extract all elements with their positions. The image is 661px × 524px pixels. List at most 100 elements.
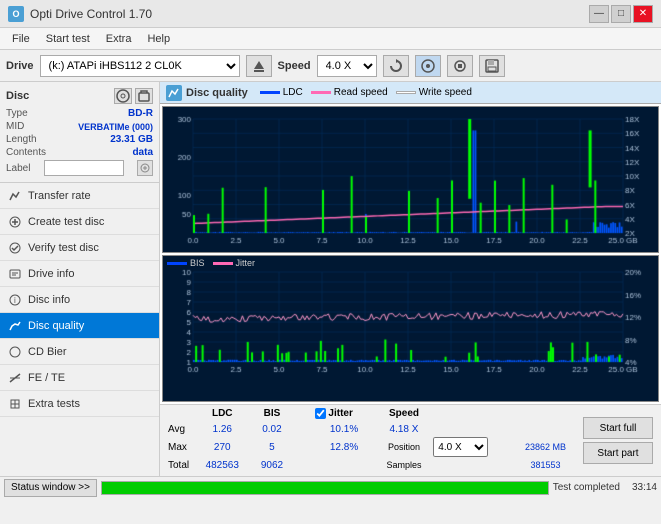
start-part-button[interactable]: Start part — [583, 442, 653, 464]
create-disc-icon — [8, 215, 22, 229]
stats-avg-row: Avg 1.26 0.02 10.1% 4.18 X 4.0 X — [164, 420, 575, 438]
chart-legend: LDC Read speed Write speed — [260, 87, 472, 98]
max-ldc: 270 — [196, 438, 249, 456]
disc-icon-1[interactable] — [114, 88, 132, 104]
sidebar-item-transfer-rate[interactable]: Transfer rate — [0, 183, 159, 209]
status-bar: Status window >> Test completed 33:14 — [0, 476, 661, 498]
sidebar-item-drive-info[interactable]: Drive info — [0, 261, 159, 287]
main-content: Disc Type BD-R MID VERBATIMe (000) — [0, 82, 661, 476]
status-time: 33:14 — [632, 482, 657, 493]
speed-dropdown[interactable]: 4.0 X — [433, 437, 488, 457]
drive-info-label: Drive info — [28, 268, 74, 280]
refresh-button[interactable] — [383, 55, 409, 77]
jitter-header: Jitter — [328, 408, 352, 419]
menu-help[interactable]: Help — [139, 31, 178, 47]
legend-read-speed: Read speed — [311, 87, 388, 98]
drive-select[interactable]: (k:) ATAPi iHBS112 2 CL0K — [40, 55, 240, 77]
mid-value: VERBATIMe (000) — [78, 122, 153, 132]
mid-label: MID — [6, 121, 24, 132]
fe-te-label: FE / TE — [28, 372, 65, 384]
position-value: 23862 MB — [516, 438, 575, 456]
type-label: Type — [6, 108, 28, 119]
samples-label: Samples — [377, 456, 432, 474]
avg-jitter: 10.1% — [311, 420, 376, 438]
app-title: Opti Drive Control 1.70 — [30, 7, 152, 21]
menu-start-test[interactable]: Start test — [38, 31, 98, 47]
label-browse-button[interactable] — [137, 160, 153, 176]
verify-disc-icon — [8, 241, 22, 255]
samples-value: 381553 — [516, 456, 575, 474]
stats-bar: LDC BIS Jitter Speed — [160, 404, 661, 476]
title-bar: O Opti Drive Control 1.70 — □ ✕ — [0, 0, 661, 28]
drive-label: Drive — [6, 60, 34, 72]
svg-text:i: i — [14, 296, 16, 305]
write-speed-label: Write speed — [419, 87, 472, 98]
max-bis: 5 — [249, 438, 296, 456]
contents-label: Contents — [6, 147, 46, 158]
status-window-button[interactable]: Status window >> — [4, 479, 97, 497]
cd-bier-icon — [8, 345, 22, 359]
sidebar-item-create-test-disc[interactable]: Create test disc — [0, 209, 159, 235]
sidebar: Disc Type BD-R MID VERBATIMe (000) — [0, 82, 160, 476]
write-speed-color — [396, 91, 416, 94]
menu-file[interactable]: File — [4, 31, 38, 47]
extra-tests-icon — [8, 397, 22, 411]
legend-ldc: LDC — [260, 87, 303, 98]
speed-select[interactable]: 4.0 X — [317, 55, 377, 77]
sidebar-item-extra-tests[interactable]: Extra tests — [0, 391, 159, 417]
transfer-rate-label: Transfer rate — [28, 190, 91, 202]
transfer-rate-icon — [8, 189, 22, 203]
type-value: BD-R — [128, 108, 153, 119]
maximize-button[interactable]: □ — [611, 5, 631, 23]
ldc-label: LDC — [283, 87, 303, 98]
menu-extra[interactable]: Extra — [98, 31, 140, 47]
disc-quality-label: Disc quality — [28, 320, 84, 332]
sidebar-item-verify-test-disc[interactable]: Verify test disc — [0, 235, 159, 261]
close-button[interactable]: ✕ — [633, 5, 653, 23]
sidebar-item-disc-quality[interactable]: Disc quality — [0, 313, 159, 339]
sidebar-item-fe-te[interactable]: FE / TE — [0, 365, 159, 391]
settings-button[interactable] — [447, 55, 473, 77]
label-input[interactable] — [44, 160, 124, 176]
disc-quality-icon — [8, 319, 22, 333]
chart-header: Disc quality LDC Read speed Write speed — [160, 82, 661, 104]
progress-bar-container — [101, 481, 549, 495]
minimize-button[interactable]: — — [589, 5, 609, 23]
start-full-button[interactable]: Start full — [583, 417, 653, 439]
sidebar-item-disc-info[interactable]: i Disc info — [0, 287, 159, 313]
chart-title: Disc quality — [186, 87, 248, 99]
verify-test-disc-label: Verify test disc — [28, 242, 99, 254]
legend-write-speed: Write speed — [396, 87, 472, 98]
length-label: Length — [6, 134, 37, 145]
read-speed-color — [311, 91, 331, 94]
drive-bar: Drive (k:) ATAPi iHBS112 2 CL0K Speed 4.… — [0, 50, 661, 82]
disc-info-icon: i — [8, 293, 22, 307]
drive-info-icon — [8, 267, 22, 281]
disc-icons — [114, 88, 153, 104]
bottom-chart: BIS Jitter — [162, 255, 659, 402]
jitter-color — [213, 262, 233, 265]
jitter-checkbox[interactable] — [315, 408, 326, 419]
disc-info-label: Disc info — [28, 294, 70, 306]
eject-button[interactable] — [246, 55, 272, 77]
disc-button[interactable] — [415, 55, 441, 77]
bis-legend-label: BIS — [190, 258, 205, 268]
disc-title: Disc — [6, 90, 29, 102]
avg-speed: 4.18 X — [377, 420, 432, 438]
max-jitter: 12.8% — [311, 438, 376, 456]
fe-te-icon — [8, 371, 22, 385]
read-speed-label: Read speed — [334, 87, 388, 98]
ldc-color — [260, 91, 280, 94]
stats-table: LDC BIS Jitter Speed — [164, 407, 575, 474]
speed-col-header: Speed — [377, 407, 432, 420]
bis-col-header: BIS — [249, 407, 296, 420]
jitter-legend: Jitter — [213, 258, 256, 268]
jitter-col-area: Jitter — [311, 407, 376, 420]
top-chart — [162, 106, 659, 253]
position-label: Position — [377, 438, 432, 456]
disc-icon-2[interactable] — [135, 88, 153, 104]
avg-bis: 0.02 — [249, 420, 296, 438]
sidebar-item-cd-bier[interactable]: CD Bier — [0, 339, 159, 365]
save-button[interactable] — [479, 55, 505, 77]
bis-legend: BIS — [167, 258, 205, 268]
